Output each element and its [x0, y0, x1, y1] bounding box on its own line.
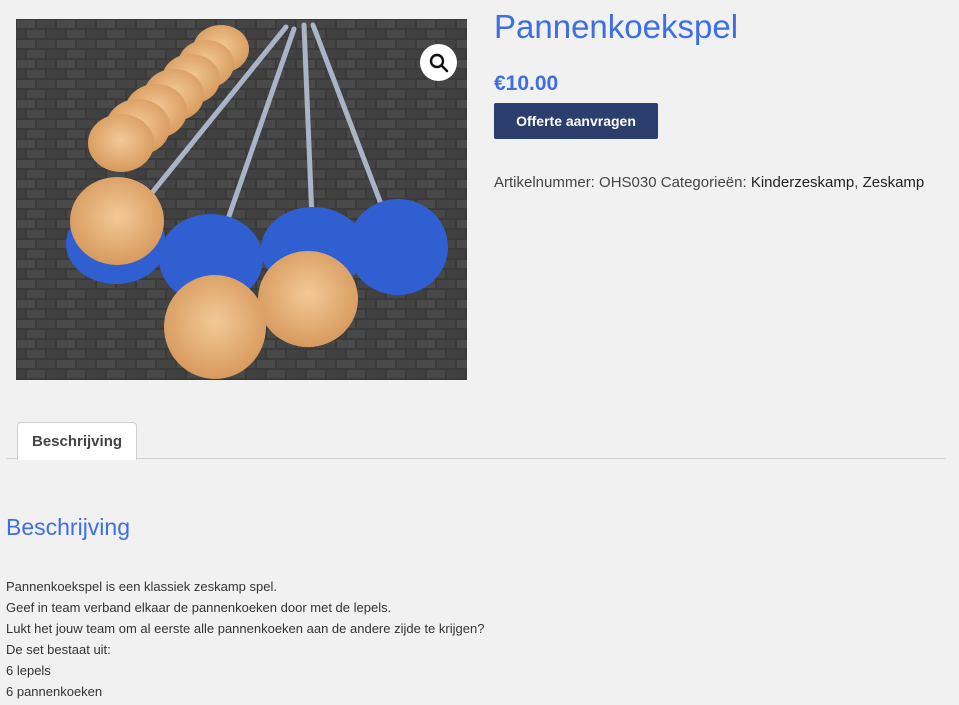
tabs-divider — [6, 458, 946, 459]
description-line: 6 pannenkoeken — [6, 684, 103, 699]
tab-beschrijving[interactable]: Beschrijving — [17, 422, 137, 460]
product-photo — [16, 19, 467, 380]
categories-label: Categorieën: — [660, 174, 747, 191]
sku-value: OHS030 — [599, 174, 657, 191]
product-price: €10.00 — [494, 72, 559, 95]
zoom-button[interactable] — [420, 44, 457, 81]
description-line: Pannenkoekspel is een klassiek zeskamp s… — [6, 579, 277, 594]
category-link-kinderzeskamp[interactable]: Kinderzeskamp — [751, 174, 854, 191]
magnifier-zoom-icon — [429, 53, 448, 72]
description-line: De set bestaat uit: — [6, 642, 111, 657]
description-line: 6 lepels — [6, 663, 51, 678]
product-image[interactable] — [16, 19, 467, 380]
description-heading: Beschrijving — [6, 514, 130, 540]
description-body: Pannenkoekspel is een klassiek zeskamp s… — [6, 576, 906, 702]
category-separator: , — [854, 174, 863, 191]
product-meta: Artikelnummer: OHS030 Categorieën: Kinde… — [494, 174, 924, 191]
request-quote-button[interactable]: Offerte aanvragen — [494, 103, 658, 139]
product-title: Pannenkoekspel — [494, 8, 739, 45]
description-line: Lukt het jouw team om al eerste alle pan… — [6, 621, 485, 636]
description-line: Geef in team verband elkaar de pannenkoe… — [6, 600, 392, 615]
category-link-zeskamp[interactable]: Zeskamp — [863, 174, 925, 191]
sku-label: Artikelnummer: — [494, 174, 595, 191]
